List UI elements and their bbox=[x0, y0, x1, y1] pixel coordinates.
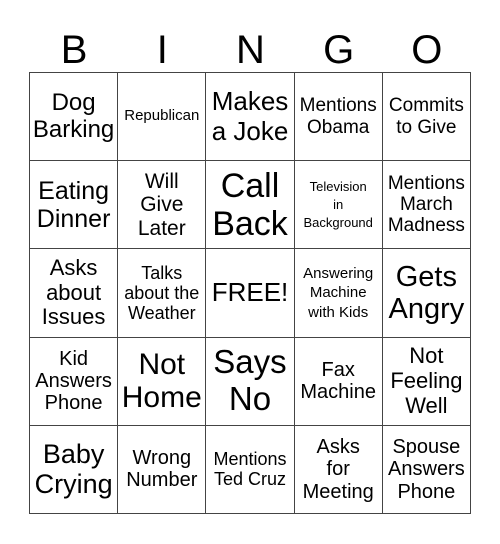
bingo-grid: Dog Barking Republican Makes a Joke Mention… bbox=[29, 72, 471, 514]
bingo-cell[interactable]: Makes a Joke bbox=[206, 73, 295, 162]
bingo-cell[interactable]: Mentions Ted Cruz bbox=[206, 425, 295, 514]
bingo-cell[interactable]: Gets Angry bbox=[382, 249, 471, 338]
bingo-cell[interactable]: Wrong Number bbox=[118, 425, 207, 514]
bingo-cell[interactable]: Fax Machine bbox=[294, 337, 383, 426]
header-letter-b: B bbox=[60, 28, 88, 72]
bingo-cell[interactable]: Mentions March Madness bbox=[382, 161, 471, 250]
bingo-cell[interactable]: Commits to Give bbox=[382, 73, 471, 162]
bingo-cell[interactable]: Baby Crying bbox=[30, 425, 119, 514]
bingo-cell[interactable]: Talks about the Weather bbox=[118, 249, 207, 338]
free-space-cell[interactable]: FREE! bbox=[206, 249, 295, 338]
bingo-cell[interactable]: Answering Machine with Kids bbox=[294, 249, 383, 338]
header-letter-i: I bbox=[156, 28, 168, 72]
bingo-cell[interactable]: Eating Dinner bbox=[30, 161, 119, 250]
bingo-cell[interactable]: Says No bbox=[206, 337, 295, 426]
bingo-cell[interactable]: Republican bbox=[118, 73, 207, 162]
bingo-cell[interactable]: Kid Answers Phone bbox=[30, 337, 119, 426]
header-letter-g: G bbox=[323, 28, 355, 72]
bingo-cell[interactable]: Television in Background bbox=[294, 161, 383, 250]
header-letter-o: O bbox=[411, 28, 443, 72]
bingo-cell[interactable]: Asks about Issues bbox=[30, 249, 119, 338]
bingo-cell[interactable]: Spouse Answers Phone bbox=[382, 425, 471, 514]
bingo-cell[interactable]: Will Give Later bbox=[118, 161, 207, 250]
bingo-header: B I N G O bbox=[30, 28, 471, 72]
bingo-cell[interactable]: Mentions Obama bbox=[294, 73, 383, 162]
header-letter-n: N bbox=[236, 28, 265, 72]
bingo-cell[interactable]: Not Home bbox=[118, 337, 207, 426]
bingo-cell[interactable]: Not Feeling Well bbox=[382, 337, 471, 426]
bingo-cell[interactable]: Dog Barking bbox=[30, 73, 119, 162]
bingo-cell[interactable]: Asks for Meeting bbox=[294, 425, 383, 514]
bingo-cell[interactable]: Call Back bbox=[206, 161, 295, 250]
